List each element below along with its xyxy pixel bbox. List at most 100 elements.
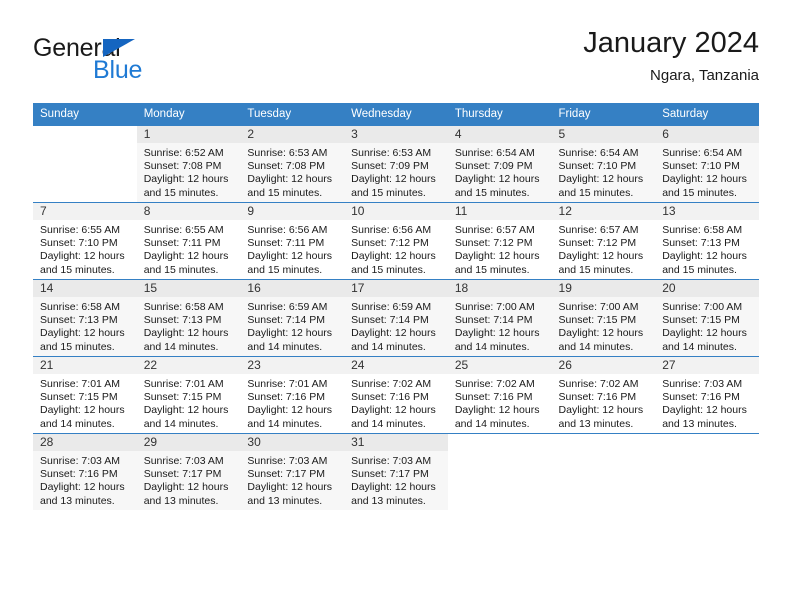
sunrise-text: Sunrise: 6:53 AM (247, 147, 328, 159)
general-blue-logo[interactable]: General Blue (33, 34, 233, 92)
day-cell-inner (33, 126, 137, 202)
calendar-day-cell[interactable]: 1 Sunrise: 6:52 AM Sunset: 7:08 PM Daylight… (136, 125, 241, 203)
calendar-day-cell[interactable]: 2 Sunrise: 6:53 AM Sunset: 7:08 PM Daylight… (240, 125, 345, 203)
daylight-text-line1: Daylight: 12 hours (351, 404, 436, 417)
day-number: 13 (655, 203, 759, 220)
day-number: 17 (344, 280, 448, 297)
calendar-day-cell[interactable]: 28 Sunrise: 7:03 AM Sunset: 7:16 PM Dayligh… (33, 433, 137, 510)
day-details: Sunrise: 6:54 AM Sunset: 7:10 PM Daylight:… (552, 143, 656, 200)
calendar-day-cell[interactable]: 21 Sunrise: 7:01 AM Sunset: 7:15 PM Dayligh… (33, 356, 137, 434)
calendar-day-cell[interactable]: 8 Sunrise: 6:55 AM Sunset: 7:11 PM Daylight… (136, 202, 241, 280)
calendar-day-cell[interactable]: 10 Sunrise: 6:56 AM Sunset: 7:12 PM Dayligh… (344, 202, 448, 280)
day-cell-inner: 30 Sunrise: 7:03 AM Sunset: 7:17 PM Dayligh… (240, 434, 345, 510)
sunrise-text: Sunrise: 6:59 AM (247, 301, 328, 313)
sunset-text: Sunset: 7:14 PM (351, 314, 429, 327)
daylight-text-line2: and 13 minutes. (40, 494, 115, 507)
sunset-text: Sunset: 7:12 PM (558, 237, 637, 250)
day-number: 28 (33, 434, 137, 451)
sunset-text: Sunset: 7:17 PM (143, 468, 222, 481)
day-cell-inner: 26 Sunrise: 7:02 AM Sunset: 7:16 PM Dayligh… (551, 357, 656, 433)
day-number: 29 (136, 434, 241, 451)
day-details: Sunrise: 7:00 AM Sunset: 7:14 PM Daylight:… (448, 297, 552, 354)
daylight-text-line2: and 14 minutes. (558, 340, 634, 353)
calendar-day-cell[interactable]: 29 Sunrise: 7:03 AM Sunset: 7:17 PM Dayligh… (136, 433, 241, 510)
sunset-text: Sunset: 7:14 PM (454, 314, 533, 327)
calendar-day-cell[interactable]: 24 Sunrise: 7:02 AM Sunset: 7:16 PM Dayligh… (344, 356, 448, 434)
day-cell-inner: 31 Sunrise: 7:03 AM Sunset: 7:17 PM Dayligh… (344, 434, 448, 510)
calendar-day-cell[interactable]: 16 Sunrise: 6:59 AM Sunset: 7:14 PM Dayligh… (240, 279, 345, 357)
sunset-text: Sunset: 7:15 PM (558, 314, 637, 327)
calendar-day-cell[interactable]: 17 Sunrise: 6:59 AM Sunset: 7:14 PM Dayligh… (344, 279, 448, 357)
day-cell-inner: 15 Sunrise: 6:58 AM Sunset: 7:13 PM Dayligh… (136, 280, 241, 356)
day-cell-inner: 20 Sunrise: 7:00 AM Sunset: 7:15 PM Dayligh… (655, 280, 759, 356)
calendar-day-cell[interactable]: 5 Sunrise: 6:54 AM Sunset: 7:10 PM Daylight… (551, 125, 656, 203)
calendar-day-cell[interactable]: 31 Sunrise: 7:03 AM Sunset: 7:17 PM Dayligh… (344, 433, 448, 510)
day-details: Sunrise: 7:00 AM Sunset: 7:15 PM Daylight:… (552, 297, 656, 354)
calendar-day-cell[interactable]: 26 Sunrise: 7:02 AM Sunset: 7:16 PM Dayligh… (551, 356, 656, 434)
calendar-day-cell[interactable]: 3 Sunrise: 6:53 AM Sunset: 7:09 PM Daylight… (344, 125, 448, 203)
daylight-text-line2: and 15 minutes. (40, 263, 115, 276)
daylight-text-line1: Daylight: 12 hours (454, 173, 540, 186)
day-number: 20 (655, 280, 759, 297)
day-cell-inner: 19 Sunrise: 7:00 AM Sunset: 7:15 PM Dayligh… (551, 280, 656, 356)
daylight-text-line1: Daylight: 12 hours (662, 173, 747, 186)
calendar-day-cell[interactable]: 4 Sunrise: 6:54 AM Sunset: 7:09 PM Daylight… (447, 125, 552, 203)
calendar-week-row: 21 Sunrise: 7:01 AM Sunset: 7:15 PM Dayligh… (33, 356, 759, 434)
sunset-text: Sunset: 7:08 PM (143, 160, 222, 173)
day-cell-inner: 21 Sunrise: 7:01 AM Sunset: 7:15 PM Dayligh… (33, 357, 137, 433)
day-details: Sunrise: 6:57 AM Sunset: 7:12 PM Daylight:… (448, 220, 552, 277)
daylight-text-line2: and 14 minutes. (40, 417, 115, 430)
calendar-day-cell[interactable]: 11 Sunrise: 6:57 AM Sunset: 7:12 PM Dayligh… (447, 202, 552, 280)
day-cell-inner: 7 Sunrise: 6:55 AM Sunset: 7:10 PM Daylight… (33, 203, 137, 279)
calendar-day-cell[interactable]: 15 Sunrise: 6:58 AM Sunset: 7:13 PM Dayligh… (136, 279, 241, 357)
daylight-text-line2: and 13 minutes. (143, 494, 219, 507)
daylight-text-line1: Daylight: 12 hours (662, 327, 747, 340)
day-cell-inner (552, 434, 656, 510)
day-cell-inner: 8 Sunrise: 6:55 AM Sunset: 7:11 PM Daylight… (136, 203, 241, 279)
sunrise-text: Sunrise: 7:03 AM (247, 455, 328, 467)
day-number: 9 (240, 203, 345, 220)
day-number: 14 (33, 280, 137, 297)
day-number: 4 (447, 126, 552, 143)
daylight-text-line1: Daylight: 12 hours (558, 404, 644, 417)
daylight-text-line2: and 15 minutes. (247, 263, 323, 276)
sunset-text: Sunset: 7:15 PM (40, 391, 118, 404)
calendar-day-cell[interactable]: 19 Sunrise: 7:00 AM Sunset: 7:15 PM Dayligh… (551, 279, 656, 357)
calendar-day-cell[interactable]: 23 Sunrise: 7:01 AM Sunset: 7:16 PM Dayligh… (240, 356, 345, 434)
calendar-day-cell[interactable]: 6 Sunrise: 6:54 AM Sunset: 7:10 PM Daylight… (655, 125, 759, 203)
daylight-text-line2: and 15 minutes. (662, 186, 737, 199)
sunrise-text: Sunrise: 6:53 AM (351, 147, 432, 159)
day-number: 7 (33, 203, 137, 220)
empty-day-cell (655, 434, 759, 510)
day-details: Sunrise: 7:03 AM Sunset: 7:17 PM Daylight:… (240, 451, 344, 508)
calendar-day-cell[interactable]: 13 Sunrise: 6:58 AM Sunset: 7:13 PM Dayligh… (655, 202, 759, 280)
daylight-text-line2: and 15 minutes. (351, 186, 426, 199)
daylight-text-line2: and 14 minutes. (454, 340, 530, 353)
day-number: 19 (551, 280, 656, 297)
sunrise-text: Sunrise: 6:56 AM (351, 224, 432, 236)
day-details: Sunrise: 7:03 AM Sunset: 7:16 PM Daylight:… (655, 374, 759, 431)
calendar-day-cell[interactable]: 27 Sunrise: 7:03 AM Sunset: 7:16 PM Dayligh… (655, 356, 759, 434)
calendar-day-cell[interactable]: 25 Sunrise: 7:02 AM Sunset: 7:16 PM Dayligh… (447, 356, 552, 434)
daylight-text-line2: and 14 minutes. (454, 417, 530, 430)
calendar-day-cell[interactable]: 7 Sunrise: 6:55 AM Sunset: 7:10 PM Daylight… (33, 202, 137, 280)
sunset-text: Sunset: 7:16 PM (558, 391, 637, 404)
calendar-day-cell[interactable]: 22 Sunrise: 7:01 AM Sunset: 7:15 PM Dayligh… (136, 356, 241, 434)
sunrise-text: Sunrise: 6:55 AM (143, 224, 224, 236)
calendar-day-cell[interactable]: 18 Sunrise: 7:00 AM Sunset: 7:14 PM Dayligh… (447, 279, 552, 357)
day-details: Sunrise: 6:58 AM Sunset: 7:13 PM Daylight:… (33, 297, 137, 354)
calendar-day-cell[interactable]: 30 Sunrise: 7:03 AM Sunset: 7:17 PM Dayligh… (240, 433, 345, 510)
day-details: Sunrise: 7:00 AM Sunset: 7:15 PM Daylight:… (655, 297, 759, 354)
daylight-text-line2: and 15 minutes. (143, 186, 219, 199)
calendar-day-cell[interactable]: 14 Sunrise: 6:58 AM Sunset: 7:13 PM Dayligh… (33, 279, 137, 357)
calendar-day-cell[interactable]: 12 Sunrise: 6:57 AM Sunset: 7:12 PM Dayligh… (551, 202, 656, 280)
sunset-text: Sunset: 7:15 PM (143, 391, 222, 404)
weekday-header-friday: Friday (551, 103, 656, 126)
day-number: 23 (240, 357, 345, 374)
calendar-day-cell[interactable]: 9 Sunrise: 6:56 AM Sunset: 7:11 PM Daylight… (240, 202, 345, 280)
daylight-text-line1: Daylight: 12 hours (247, 481, 333, 494)
daylight-text-line1: Daylight: 12 hours (247, 173, 333, 186)
sunrise-text: Sunrise: 7:03 AM (351, 455, 432, 467)
calendar-day-cell[interactable]: 20 Sunrise: 7:00 AM Sunset: 7:15 PM Dayligh… (655, 279, 759, 357)
day-number: 5 (551, 126, 656, 143)
